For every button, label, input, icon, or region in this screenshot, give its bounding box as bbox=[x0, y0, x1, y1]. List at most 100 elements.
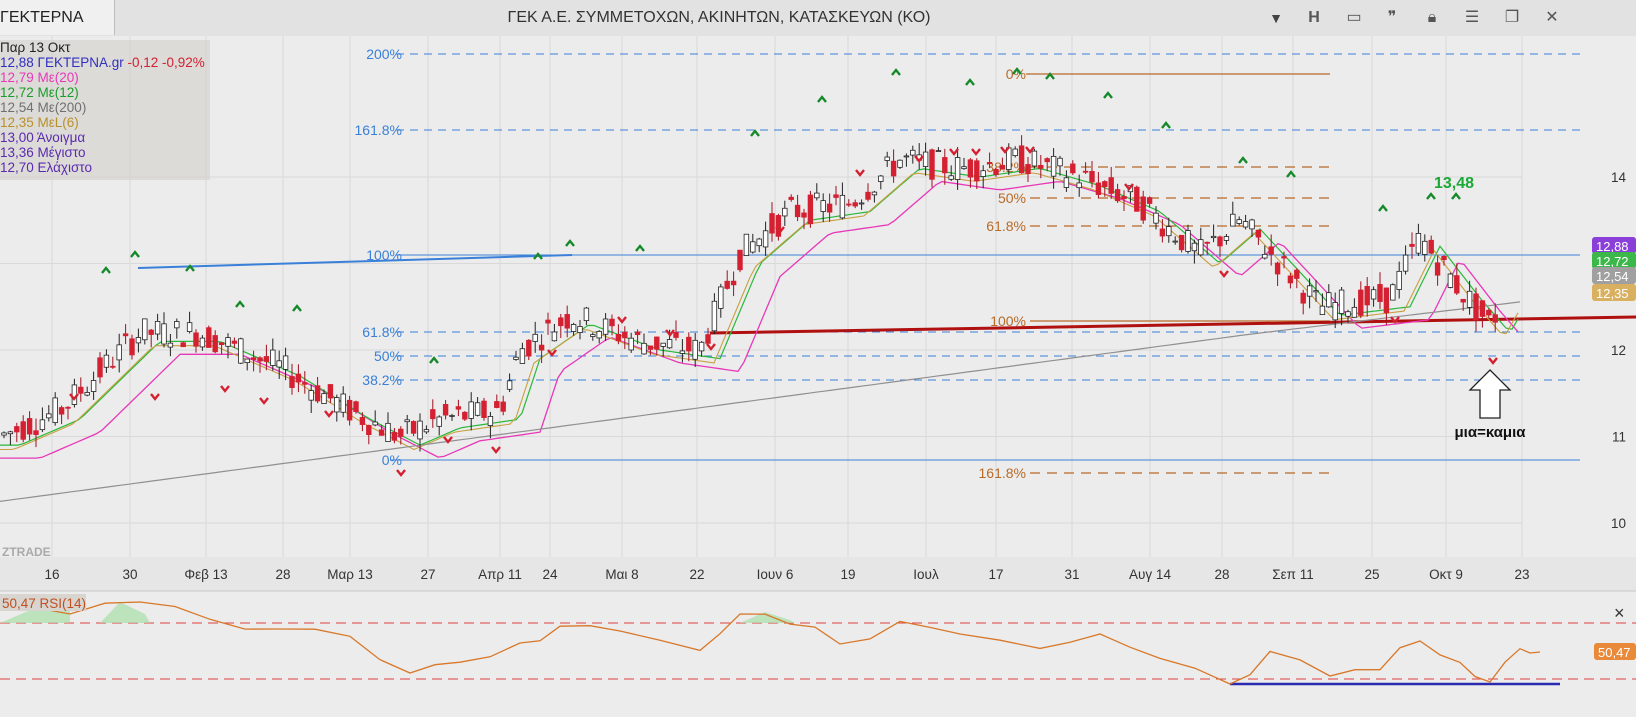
candle-body bbox=[897, 159, 903, 168]
h-button[interactable]: H bbox=[1294, 0, 1334, 36]
candle-body bbox=[1434, 262, 1441, 276]
candle-body bbox=[922, 151, 929, 167]
price-badge-label: 12,54 bbox=[1596, 269, 1629, 284]
candle-body bbox=[174, 321, 180, 329]
candle-body bbox=[1454, 275, 1460, 294]
candle-body bbox=[1230, 213, 1236, 227]
candle-body bbox=[378, 429, 385, 436]
candle-body bbox=[590, 334, 596, 337]
candle-body bbox=[1044, 158, 1050, 163]
candle-body bbox=[90, 380, 97, 392]
candle-body bbox=[1012, 148, 1018, 157]
candle-body bbox=[442, 404, 449, 416]
candle-body bbox=[257, 357, 263, 362]
candle-body bbox=[1441, 255, 1447, 260]
candle-body bbox=[820, 200, 826, 212]
x-tick-label: 24 bbox=[542, 567, 558, 582]
candle-body bbox=[654, 336, 660, 350]
legend-change: -0,12 -0,92% bbox=[127, 55, 205, 70]
x-axis-band bbox=[0, 557, 1636, 591]
candle-body bbox=[78, 386, 84, 394]
candle-body bbox=[705, 334, 711, 344]
restore-window-icon[interactable]: ❐ bbox=[1492, 0, 1532, 36]
ticker-label: ΓΕΚΤΕΡΝΑ bbox=[0, 9, 84, 26]
legend-high: 13,36 Μέγιστο bbox=[0, 145, 86, 160]
x-tick-label: 22 bbox=[689, 567, 704, 582]
candle-body bbox=[609, 318, 615, 327]
candle-body bbox=[666, 339, 673, 349]
x-tick-label: 28 bbox=[275, 567, 290, 582]
candle-body bbox=[794, 204, 801, 218]
candle-body bbox=[538, 344, 545, 351]
candle-body bbox=[1447, 273, 1454, 288]
candle-body bbox=[1082, 170, 1089, 173]
x-tick-label: 19 bbox=[840, 567, 855, 582]
x-tick-label: Μαι 8 bbox=[605, 567, 638, 582]
candle-body bbox=[84, 392, 90, 396]
candle-body bbox=[634, 331, 641, 336]
lock-icon[interactable]: 🔒︎ bbox=[1412, 0, 1452, 36]
price-badge-label: 12,35 bbox=[1596, 286, 1629, 301]
candle-body bbox=[1166, 226, 1172, 237]
y-tick-label: 10 bbox=[1611, 516, 1626, 531]
candle-body bbox=[65, 406, 71, 409]
close-icon[interactable]: ✕ bbox=[1532, 0, 1572, 36]
candle-body bbox=[833, 194, 839, 198]
candle-body bbox=[1031, 150, 1038, 167]
legend-ma12: 12,72 Με(12) bbox=[0, 85, 79, 100]
candle-body bbox=[449, 415, 455, 417]
candle-body bbox=[660, 342, 666, 347]
candle-body bbox=[1422, 240, 1428, 255]
candle-body bbox=[238, 338, 244, 364]
candle-body bbox=[564, 314, 570, 329]
price-badge-label: 12,72 bbox=[1596, 254, 1629, 269]
candle-body bbox=[199, 337, 206, 348]
candle-body bbox=[321, 393, 327, 404]
candle-body bbox=[871, 191, 878, 196]
candle-body bbox=[116, 344, 122, 361]
ticker-field[interactable]: ΓΕΚΤΕΡΝΑ bbox=[0, 0, 115, 35]
candle-body bbox=[1486, 309, 1492, 316]
candle-body bbox=[519, 348, 526, 364]
legend-ma200: 12,54 Με(200) bbox=[0, 100, 87, 115]
fib-label-blue: 200% bbox=[366, 46, 402, 62]
candle-body bbox=[903, 155, 910, 158]
y-tick-label: 12 bbox=[1611, 343, 1626, 358]
candle-body bbox=[212, 335, 218, 353]
rsi-close-icon[interactable]: × bbox=[1614, 603, 1625, 623]
candle-body bbox=[129, 338, 135, 356]
candle-body bbox=[1466, 290, 1473, 308]
fib-label-blue: 161.8% bbox=[355, 122, 402, 138]
candle-body bbox=[33, 430, 39, 435]
security-title: ΓΕΚ Α.Ε. ΣΥΜΜΕΤΟΧΩΝ, ΑΚΙΝΗΤΩΝ, ΚΑΤΑΣΚΕΥΩ… bbox=[507, 9, 931, 26]
candle-body bbox=[948, 175, 954, 180]
candle-body bbox=[289, 376, 295, 388]
candle-body bbox=[974, 160, 980, 182]
candle-body bbox=[852, 202, 858, 207]
candle-body bbox=[468, 401, 474, 419]
x-tick-label: 30 bbox=[122, 567, 137, 582]
candle-body bbox=[935, 150, 942, 152]
x-tick-label: 27 bbox=[420, 567, 435, 582]
candle-body bbox=[506, 380, 513, 390]
candle-body bbox=[1114, 189, 1121, 202]
chevron-down-icon[interactable]: ▼ bbox=[1258, 0, 1294, 36]
candle-body bbox=[993, 169, 999, 175]
quote-icon[interactable]: ❞ bbox=[1372, 0, 1412, 36]
candle-body bbox=[1294, 269, 1300, 279]
price-chart[interactable]: 16 30 Φεβ 13 28 Μαρ 13 27 Απρ 11 24 Μαι 8 22 Ιουν … bbox=[0, 36, 1636, 717]
panel-icon[interactable]: ▭ bbox=[1334, 0, 1374, 36]
x-tick-label: 23 bbox=[1514, 567, 1529, 582]
candle-body bbox=[1063, 177, 1070, 188]
menu-icon[interactable]: ☰ bbox=[1452, 0, 1492, 36]
candle-body bbox=[103, 354, 110, 368]
candle-body bbox=[929, 149, 935, 180]
candle-body bbox=[1178, 234, 1185, 251]
candle-body bbox=[942, 157, 948, 174]
legend-mal6: 12,35 ΜεL(6) bbox=[0, 115, 79, 130]
candle-body bbox=[430, 409, 436, 420]
candle-body bbox=[1249, 219, 1255, 230]
candle-body bbox=[878, 175, 884, 182]
fib-label-blue: 61.8% bbox=[362, 324, 402, 340]
x-tick-label: 31 bbox=[1064, 567, 1079, 582]
